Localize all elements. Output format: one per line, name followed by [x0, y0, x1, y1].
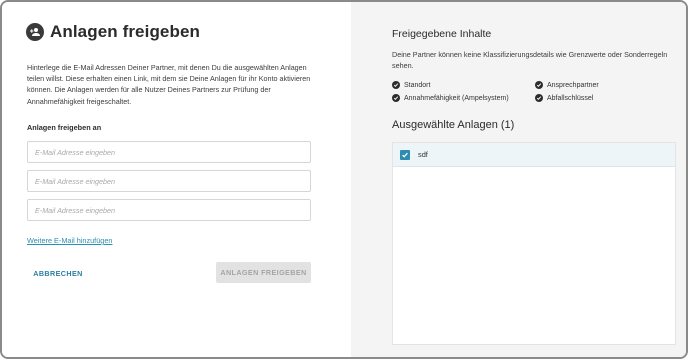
email-field-1[interactable] [27, 141, 311, 163]
check-circle-icon [535, 94, 543, 102]
share-assets-dialog: Anlagen freigeben Hinterlege die E-Mail … [0, 0, 688, 359]
shared-content-description: Deine Partner können keine Klassifizieru… [392, 50, 668, 71]
shared-content-title: Freigegebene Inhalte [392, 28, 492, 40]
add-email-link[interactable]: Weitere E-Mail hinzufügen [27, 236, 112, 245]
recipients-label: Anlagen freigeben an [27, 123, 102, 132]
dialog-header: Anlagen freigeben [26, 22, 200, 42]
share-form-panel: Anlagen freigeben Hinterlege die E-Mail … [2, 2, 351, 357]
check-circle-icon [392, 94, 400, 102]
email-field-3[interactable] [27, 199, 311, 221]
person-add-icon [26, 23, 44, 41]
shared-field-label: Annahmefähigkeit (Ampelsystem) [404, 94, 509, 102]
shared-field-label: Ansprechpartner [547, 81, 599, 89]
check-circle-icon [392, 81, 400, 89]
asset-name: sdf [418, 150, 428, 159]
shared-field-item: Abfallschlüssel [535, 94, 593, 102]
dialog-title: Anlagen freigeben [50, 22, 201, 41]
shared-field-label: Abfallschlüssel [547, 94, 594, 102]
shared-field-item: Standort [392, 81, 430, 89]
selected-assets-title: Ausgewählte Anlagen (1) [392, 119, 515, 131]
shared-field-item: Annahmefähigkeit (Ampelsystem) [392, 94, 509, 102]
check-circle-icon [535, 81, 543, 89]
email-field-2[interactable] [27, 170, 311, 192]
cancel-button[interactable]: ABBRECHEN [27, 263, 89, 283]
list-item[interactable]: sdf [393, 143, 675, 167]
dialog-description: Hinterlege die E-Mail Adressen Deiner Pa… [27, 63, 311, 106]
share-assets-button[interactable]: ANLAGEN FREIGEBEN [216, 262, 311, 283]
selected-assets-list: sdf [392, 142, 676, 345]
shared-field-label: Standort [404, 81, 431, 89]
shared-content-panel: Freigegebene Inhalte Deine Partner könne… [351, 2, 686, 357]
shared-field-item: Ansprechpartner [535, 81, 599, 89]
asset-checkbox[interactable] [400, 149, 410, 160]
